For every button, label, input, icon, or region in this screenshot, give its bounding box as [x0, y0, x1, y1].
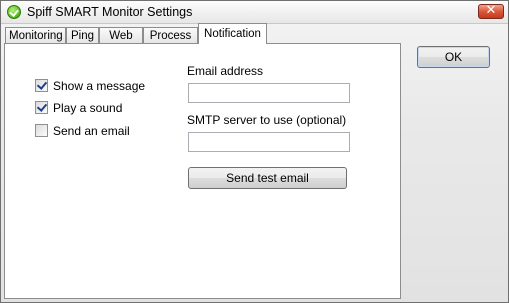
smtp-server-input[interactable] — [188, 132, 350, 152]
play-sound-label: Play a sound — [53, 100, 123, 115]
play-sound-option[interactable]: Play a sound — [35, 100, 122, 115]
send-test-email-button[interactable]: Send test email — [188, 167, 347, 189]
send-email-checkbox[interactable] — [35, 124, 48, 137]
close-button[interactable]: ✕ — [478, 3, 504, 19]
show-message-label: Show a message — [53, 78, 146, 93]
title-bar[interactable]: Spiff SMART Monitor Settings ✕ — [1, 1, 508, 24]
close-icon: ✕ — [485, 3, 497, 18]
notification-panel: Show a message Play a sound Send an emai… — [4, 43, 401, 299]
play-sound-checkbox[interactable] — [35, 101, 48, 114]
show-message-option[interactable]: Show a message — [35, 78, 145, 93]
email-address-input[interactable] — [188, 83, 350, 103]
settings-window: Spiff SMART Monitor Settings ✕ Monitorin… — [0, 0, 509, 303]
send-email-label: Send an email — [53, 123, 130, 138]
tab-ping[interactable]: Ping — [66, 27, 99, 43]
smtp-server-label: SMTP server to use (optional) — [187, 113, 347, 127]
show-message-checkbox[interactable] — [35, 79, 48, 92]
window-title: Spiff SMART Monitor Settings — [27, 5, 193, 19]
app-check-icon — [7, 5, 21, 19]
tab-notification[interactable]: Notification — [198, 23, 267, 44]
email-address-label: Email address — [187, 64, 264, 78]
tab-monitoring[interactable]: Monitoring — [5, 27, 66, 43]
tab-process[interactable]: Process — [143, 27, 198, 43]
tab-web[interactable]: Web — [99, 27, 143, 43]
send-email-option[interactable]: Send an email — [35, 123, 130, 138]
ok-button[interactable]: OK — [417, 46, 490, 68]
